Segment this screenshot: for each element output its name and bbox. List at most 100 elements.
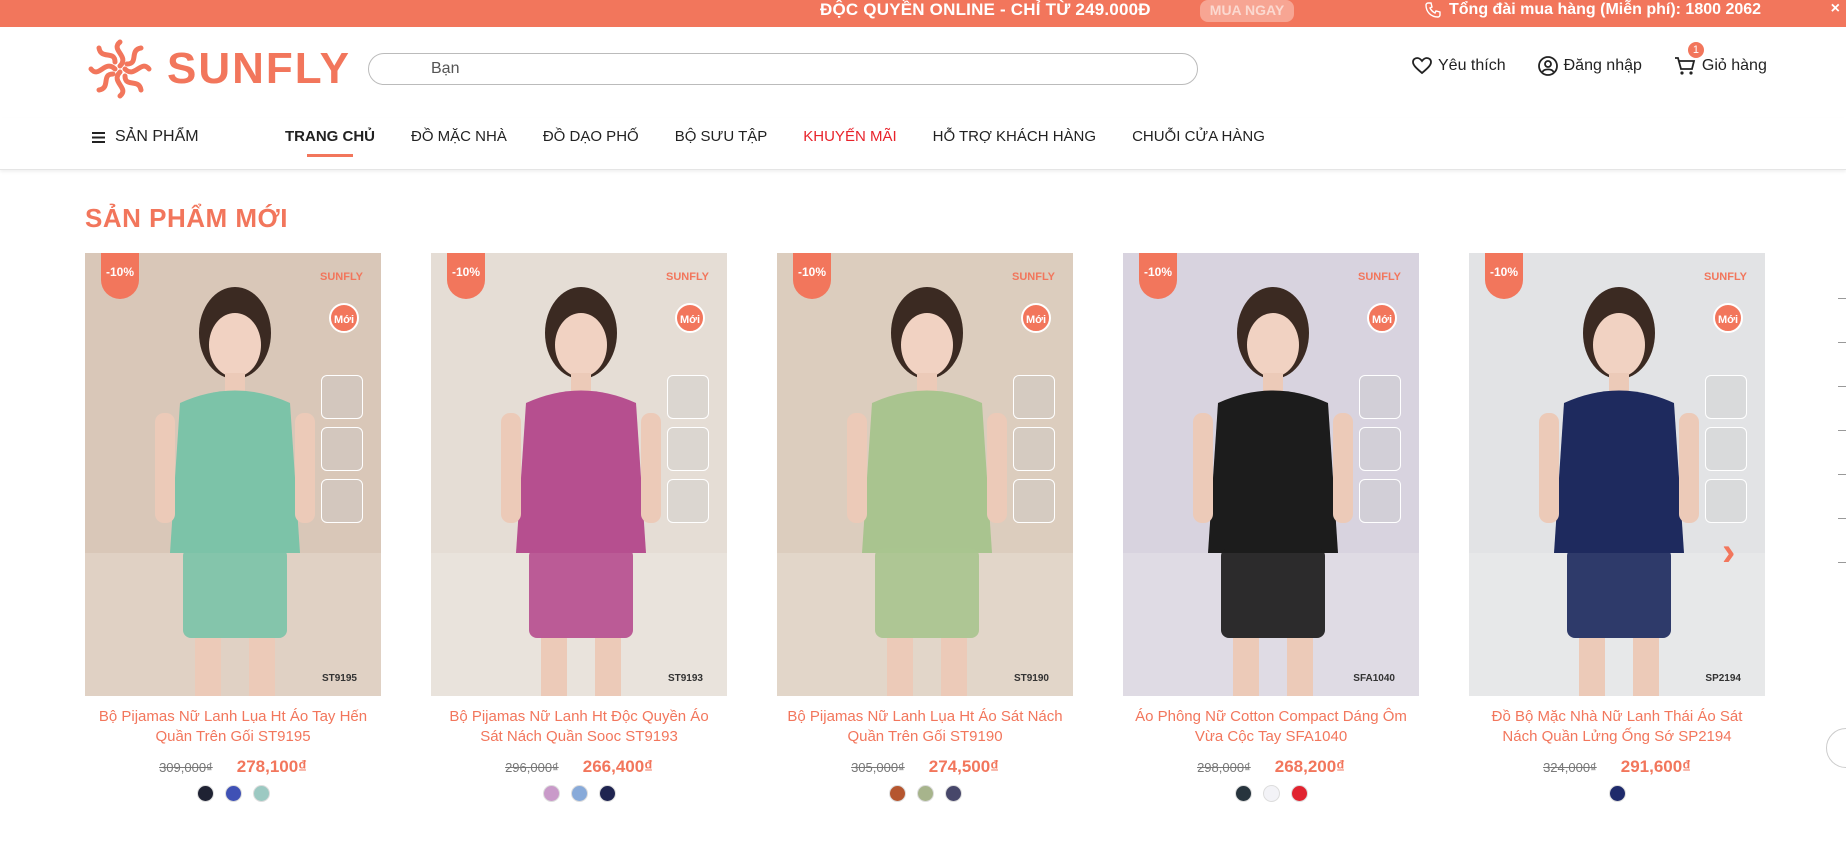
exchange-icon xyxy=(1705,479,1747,523)
discount-badge: -10% xyxy=(1139,253,1177,299)
nav-stores[interactable]: CHUỖI CỬA HÀNG xyxy=(1132,128,1265,145)
side-toolbar xyxy=(1838,298,1846,606)
search-input[interactable]: Bạn xyxy=(368,53,1198,85)
delivery-truck-icon xyxy=(1359,427,1401,471)
product-name[interactable]: Bộ Pijamas Nữ Lanh Lụa Ht Áo Sát Nách Qu… xyxy=(777,707,1073,747)
product-price: 305,000₫ 274,500₫ xyxy=(777,757,1073,777)
brand-watermark: SUNFLY xyxy=(320,271,363,283)
product-card[interactable]: -10% SUNFLY Mới SP2194 Đồ Bộ Mặc Nhà Nữ Lanh… xyxy=(1469,253,1765,802)
new-badge: Mới xyxy=(329,303,359,333)
color-swatch[interactable] xyxy=(542,785,560,802)
delivery-truck-icon xyxy=(1705,427,1747,471)
cart-label: Giỏ hàng xyxy=(1701,57,1767,74)
color-swatch[interactable] xyxy=(888,785,906,802)
cart-count-badge: 1 xyxy=(1687,42,1704,58)
nav-support[interactable]: HỖ TRỢ KHÁCH HÀNG xyxy=(933,128,1096,145)
promo-topbar: ĐỘC QUYỀN ONLINE - CHỈ TỪ 249.000Đ MUA N… xyxy=(0,0,1846,27)
product-sku: SFA1040 xyxy=(1353,673,1395,684)
authentic-icon xyxy=(321,375,363,419)
product-price: 298,000₫ 268,200₫ xyxy=(1123,757,1419,777)
product-image[interactable]: -10% SUNFLY Mới ST9190 xyxy=(777,253,1073,696)
product-card[interactable]: -10% SUNFLY Mới ST9195 Bộ Pijamas Nữ Lanh Lụ… xyxy=(85,253,381,802)
sale-price: 268,200₫ xyxy=(1274,757,1345,776)
all-products-menu[interactable]: SẢN PHẨM xyxy=(92,128,199,146)
color-swatch[interactable] xyxy=(224,785,242,802)
back-to-top-button[interactable] xyxy=(1826,728,1846,768)
carousel-next-icon[interactable]: › xyxy=(1722,530,1735,575)
brand-logo[interactable]: SUNFLY xyxy=(85,36,351,102)
discount-badge: -10% xyxy=(1485,253,1523,299)
authentic-icon xyxy=(1013,375,1055,419)
product-card[interactable]: -10% SUNFLY Mới ST9193 Bộ Pijamas Nữ Lanh Ht… xyxy=(431,253,727,802)
product-price: 296,000₫ 266,400₫ xyxy=(431,757,727,777)
sale-price: 266,400₫ xyxy=(582,757,653,776)
nav-collections[interactable]: BỘ SƯU TẬP xyxy=(675,128,768,145)
product-name[interactable]: Bộ Pijamas Nữ Lanh Lụa Ht Áo Tay Hến Quầ… xyxy=(85,707,381,747)
product-sku: SP2194 xyxy=(1705,673,1741,684)
user-circle-icon xyxy=(1537,56,1558,76)
color-swatches xyxy=(1469,785,1765,802)
product-name[interactable]: Áo Phông Nữ Cotton Compact Dáng Ôm Vừa C… xyxy=(1123,707,1419,747)
product-sku: ST9195 xyxy=(321,673,357,684)
product-card[interactable]: -10% SUNFLY Mới SFA1040 Áo Phông Nữ Cotton C… xyxy=(1123,253,1419,802)
color-swatches xyxy=(431,785,727,802)
color-swatch[interactable] xyxy=(570,785,588,802)
discount-badge: -10% xyxy=(101,253,139,299)
close-icon[interactable]: × xyxy=(1831,0,1840,18)
product-card[interactable]: -10% SUNFLY Mới ST9190 Bộ Pijamas Nữ Lanh Lụ… xyxy=(777,253,1073,802)
product-price: 309,000₫ 278,100₫ xyxy=(85,757,381,777)
product-sku: ST9193 xyxy=(667,673,703,684)
old-price: 309,000₫ xyxy=(159,760,213,775)
delivery-truck-icon xyxy=(667,427,709,471)
new-badge: Mới xyxy=(1367,303,1397,333)
color-swatch[interactable] xyxy=(1262,785,1280,802)
delivery-truck-icon xyxy=(1013,427,1055,471)
sale-price: 278,100₫ xyxy=(236,757,307,776)
sunfly-logo-icon xyxy=(88,39,152,99)
section-title: SẢN PHẨM MỚI xyxy=(85,203,288,233)
product-image[interactable]: -10% SUNFLY Mới ST9193 xyxy=(431,253,727,696)
color-swatch[interactable] xyxy=(196,785,214,802)
product-name[interactable]: Đồ Bộ Mặc Nhà Nữ Lanh Thái Áo Sát Nách Q… xyxy=(1469,707,1765,747)
old-price: 324,000₫ xyxy=(1543,760,1597,775)
sale-price: 274,500₫ xyxy=(928,757,999,776)
wishlist-label: Yêu thích xyxy=(1438,57,1506,74)
discount-badge: -10% xyxy=(793,253,831,299)
nav-promotions[interactable]: KHUYẾN MÃI xyxy=(803,128,896,145)
header-actions: Yêu thích Đăng nhập 1 Giỏ hàng xyxy=(1412,42,1767,76)
color-swatch[interactable] xyxy=(1290,785,1308,802)
authentic-icon xyxy=(667,375,709,419)
color-swatch[interactable] xyxy=(598,785,616,802)
hamburger-icon xyxy=(92,131,105,143)
color-swatch[interactable] xyxy=(916,785,934,802)
product-image[interactable]: -10% SUNFLY Mới ST9195 xyxy=(85,253,381,696)
new-badge: Mới xyxy=(675,303,705,333)
product-image[interactable]: -10% SUNFLY Mới SFA1040 xyxy=(1123,253,1419,696)
heart-icon xyxy=(1412,57,1432,75)
color-swatch[interactable] xyxy=(1608,785,1626,802)
hotline[interactable]: Tổng đài mua hàng (Miễn phí): 1800 2062 xyxy=(1425,0,1761,20)
nav-home[interactable]: TRANG CHỦ xyxy=(285,128,375,157)
main-nav: SẢN PHẨM TRANG CHỦ ĐỒ MẶC NHÀ ĐỒ DẠO PHỐ… xyxy=(0,118,1846,170)
color-swatch[interactable] xyxy=(1234,785,1252,802)
brand-watermark: SUNFLY xyxy=(1358,271,1401,283)
exchange-icon xyxy=(1359,479,1401,523)
brand-watermark: SUNFLY xyxy=(1012,271,1055,283)
buy-now-button[interactable]: MUA NGAY xyxy=(1200,0,1294,22)
authentic-icon xyxy=(1705,375,1747,419)
exchange-icon xyxy=(321,479,363,523)
color-swatches xyxy=(1123,785,1419,802)
all-products-label: SẢN PHẨM xyxy=(115,128,199,145)
product-image[interactable]: -10% SUNFLY Mới SP2194 xyxy=(1469,253,1765,696)
authentic-icon xyxy=(1359,375,1401,419)
product-name[interactable]: Bộ Pijamas Nữ Lanh Ht Độc Quyền Áo Sát N… xyxy=(431,707,727,747)
login-link[interactable]: Đăng nhập xyxy=(1537,56,1642,76)
nav-homewear[interactable]: ĐỒ MẶC NHÀ xyxy=(411,128,507,145)
cart-link[interactable]: 1 Giỏ hàng xyxy=(1674,42,1767,76)
exchange-icon xyxy=(1013,479,1055,523)
nav-streetwear[interactable]: ĐỒ DẠO PHỐ xyxy=(543,128,639,145)
color-swatch[interactable] xyxy=(944,785,962,802)
new-badge: Mới xyxy=(1713,303,1743,333)
wishlist-link[interactable]: Yêu thích xyxy=(1412,57,1506,75)
color-swatch[interactable] xyxy=(252,785,270,802)
